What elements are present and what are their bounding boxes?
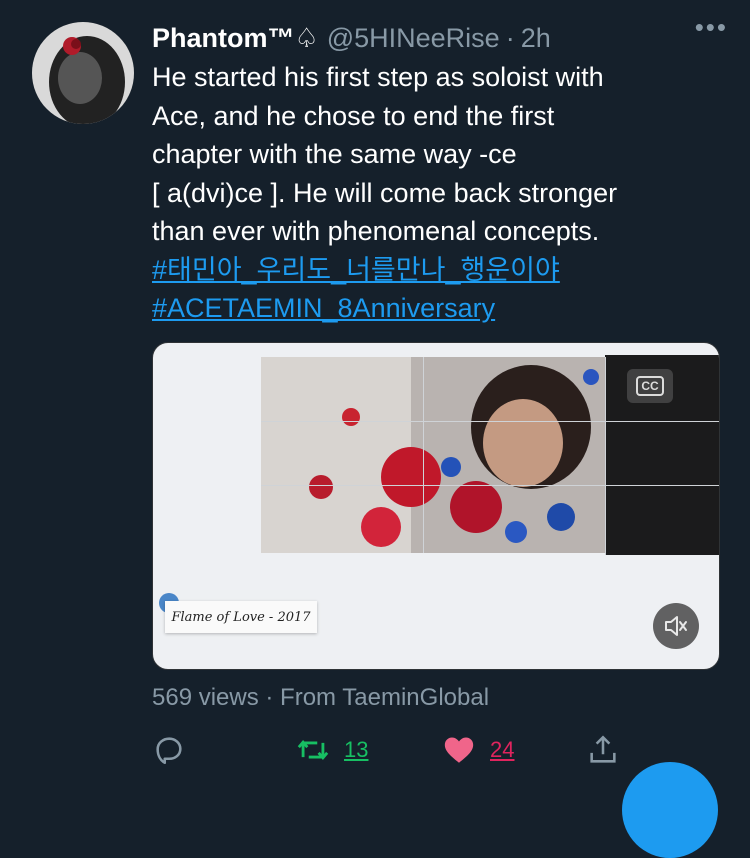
avatar[interactable] <box>32 22 134 124</box>
avatar-image <box>32 22 134 124</box>
caption-card: Flame of Love - 2017 <box>165 601 317 633</box>
share-icon <box>590 735 616 763</box>
speaker-muted-icon[interactable] <box>653 603 699 649</box>
more-options-icon[interactable]: ••• <box>695 12 728 43</box>
tweet-text-line: He started his first step as soloist wit… <box>152 62 604 92</box>
tweet-actions: 13 24 <box>152 728 632 772</box>
reply-icon <box>156 737 182 765</box>
grid-divider <box>423 357 424 553</box>
share-button[interactable] <box>586 728 620 772</box>
grid-divider <box>261 485 719 486</box>
heart-icon <box>444 737 474 763</box>
cc-label: CC <box>636 376 664 396</box>
tweet-text: He started his first step as soloist wit… <box>152 58 732 328</box>
tweet-text-line: than ever with phenomenal concepts. <box>152 216 600 246</box>
like-button[interactable]: 24 <box>442 728 514 772</box>
user-handle[interactable]: @5HINeeRise <box>327 23 500 54</box>
tweet-text-line: [ a(dvi)ce ]. He will come back stronger <box>152 177 618 208</box>
retweet-icon <box>297 740 329 760</box>
compose-tweet-button[interactable] <box>622 762 718 858</box>
separator-dot: · <box>505 22 515 53</box>
like-count[interactable]: 24 <box>490 737 514 763</box>
view-count-source: 569 views · From TaeminGlobal <box>152 684 490 711</box>
reply-button[interactable] <box>152 728 186 772</box>
tweet-header: Phantom™♤ @5HINeeRise · 2h <box>152 18 730 58</box>
grid-divider <box>261 421 719 422</box>
retweet-button[interactable]: 13 <box>296 728 368 772</box>
video-frame-image <box>261 357 607 553</box>
tweet-text-line: Ace, and he chose to end the first <box>152 100 555 131</box>
video-player[interactable]: CC Flame of Love - 2017 <box>152 342 720 670</box>
grid-divider <box>605 357 606 555</box>
hashtag-link[interactable]: #ACETAEMIN_8Anniversary <box>152 293 495 323</box>
closed-captions-icon[interactable]: CC <box>627 369 673 403</box>
retweet-count[interactable]: 13 <box>344 737 368 763</box>
display-name[interactable]: Phantom™♤ <box>152 23 319 54</box>
tweet-timestamp[interactable]: 2h <box>521 23 551 54</box>
hashtag-link[interactable]: #태민아_우리도_너를만나_행운이야 <box>152 255 560 285</box>
tweet-text-line: chapter with the same way -ce <box>152 139 517 169</box>
